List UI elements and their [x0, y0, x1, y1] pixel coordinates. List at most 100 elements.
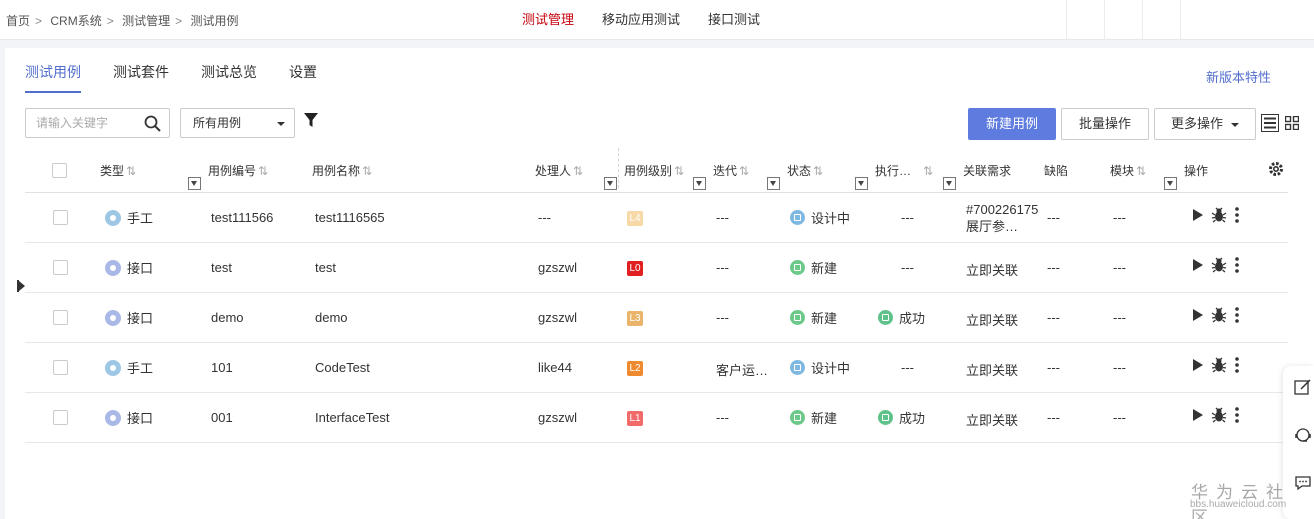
column-header-execution[interactable]: 执行… ⇅: [875, 162, 933, 179]
tab-settings[interactable]: 设置: [289, 62, 317, 93]
type-label: 接口: [127, 411, 154, 426]
case-id[interactable]: 101: [211, 360, 233, 375]
sort-icon[interactable]: ⇅: [739, 164, 749, 178]
gear-icon[interactable]: [1267, 160, 1285, 181]
requirement[interactable]: #700226175 展厅参…: [966, 201, 1052, 235]
column-header-level[interactable]: 用例级别 ⇅: [624, 162, 684, 179]
sort-icon[interactable]: ⇅: [126, 164, 136, 178]
table-row[interactable]: 接口 test test gzszwl L0 --- 新建 --- 立即关联 -…: [25, 243, 1288, 293]
filter-dropdown-level[interactable]: [693, 177, 706, 190]
more-icon[interactable]: [1235, 407, 1239, 423]
filter-dropdown-module[interactable]: [1164, 177, 1177, 190]
bug-icon[interactable]: [1211, 357, 1227, 373]
link-requirement[interactable]: 立即关联: [966, 310, 1018, 329]
defect: ---: [1047, 360, 1060, 375]
top-nav-test-management[interactable]: 测试管理: [508, 0, 588, 40]
filter-dropdown-type[interactable]: [188, 177, 201, 190]
sort-icon[interactable]: ⇅: [923, 164, 933, 178]
link-requirement[interactable]: 立即关联: [966, 360, 1018, 379]
table-row[interactable]: 接口 001 InterfaceTest gzszwl L1 --- 新建 成功…: [25, 393, 1288, 443]
type-label: 手工: [127, 361, 154, 376]
iteration: ---: [716, 310, 729, 325]
case-name[interactable]: InterfaceTest: [315, 410, 389, 425]
case-id[interactable]: test111566: [211, 210, 273, 225]
filter-dropdown-assignee[interactable]: [604, 177, 617, 190]
play-icon[interactable]: [1193, 209, 1203, 221]
customer-service-icon[interactable]: [1294, 426, 1312, 447]
case-id[interactable]: test: [211, 260, 232, 275]
case-name[interactable]: test: [315, 260, 336, 275]
sort-icon[interactable]: ⇅: [1136, 164, 1146, 178]
sort-icon[interactable]: ⇅: [258, 164, 268, 178]
sort-icon[interactable]: ⇅: [674, 164, 684, 178]
bug-icon[interactable]: [1211, 207, 1227, 223]
sort-icon[interactable]: ⇅: [362, 164, 372, 178]
case-id[interactable]: 001: [211, 410, 233, 425]
row-checkbox[interactable]: [53, 310, 68, 325]
column-header-iteration[interactable]: 迭代 ⇅: [713, 162, 749, 179]
breadcrumb-item-crm[interactable]: CRM系统: [50, 14, 101, 28]
column-header-type[interactable]: 类型 ⇅: [100, 162, 136, 179]
type-cell: 接口: [105, 408, 153, 427]
table-row[interactable]: 手工 test111566 test1116565 --- L4 --- 设计中…: [25, 193, 1288, 243]
row-checkbox[interactable]: [53, 360, 68, 375]
column-header-name[interactable]: 用例名称 ⇅: [312, 162, 372, 179]
breadcrumb-item-test-mgmt[interactable]: 测试管理: [122, 14, 170, 28]
breadcrumb-item-home[interactable]: 首页: [6, 14, 30, 28]
type-cell: 手工: [105, 208, 153, 227]
case-name[interactable]: demo: [315, 310, 348, 325]
more-icon[interactable]: [1235, 207, 1239, 223]
batch-operation-button[interactable]: 批量操作: [1061, 108, 1149, 140]
case-name[interactable]: test1116565: [315, 210, 385, 225]
filter-dropdown-execution[interactable]: [943, 177, 956, 190]
grid-view-icon[interactable]: [1284, 114, 1300, 135]
case-name[interactable]: CodeTest: [315, 360, 370, 375]
tab-test-cases[interactable]: 测试用例: [25, 62, 81, 93]
bug-icon[interactable]: [1211, 307, 1227, 323]
more-operations-button[interactable]: 更多操作: [1154, 108, 1256, 140]
bug-icon[interactable]: [1211, 407, 1227, 423]
case-filter-select[interactable]: 所有用例: [180, 108, 295, 138]
tab-test-suites[interactable]: 测试套件: [113, 62, 169, 93]
column-header-id[interactable]: 用例编号 ⇅: [208, 162, 268, 179]
more-icon[interactable]: [1235, 257, 1239, 273]
search-box: [25, 108, 170, 138]
top-nav-api-testing[interactable]: 接口测试: [694, 0, 774, 40]
play-icon[interactable]: [1193, 359, 1203, 371]
column-header-level-label: 用例级别: [624, 164, 673, 178]
play-icon[interactable]: [1193, 409, 1203, 421]
new-case-button[interactable]: 新建用例: [968, 108, 1056, 140]
more-icon[interactable]: [1235, 307, 1239, 323]
type-cell: 手工: [105, 358, 153, 377]
sort-icon[interactable]: ⇅: [573, 164, 583, 178]
column-header-status[interactable]: 状态 ⇅: [787, 162, 823, 179]
play-icon[interactable]: [1193, 259, 1203, 271]
filter-dropdown-status[interactable]: [855, 177, 868, 190]
bug-icon[interactable]: [1211, 257, 1227, 273]
search-icon[interactable]: [144, 115, 161, 135]
table-row[interactable]: 接口 demo demo gzszwl L3 --- 新建 成功 立即关联 --…: [25, 293, 1288, 343]
list-view-icon[interactable]: [1261, 114, 1279, 135]
row-checkbox[interactable]: [53, 410, 68, 425]
column-header-assignee[interactable]: 处理人 ⇅: [535, 162, 583, 179]
column-header-module[interactable]: 模块 ⇅: [1110, 162, 1146, 179]
filter-dropdown-iteration[interactable]: [767, 177, 780, 190]
play-icon[interactable]: [1193, 309, 1203, 321]
tab-test-overview[interactable]: 测试总览: [201, 62, 257, 93]
search-input[interactable]: [36, 110, 146, 136]
filter-icon[interactable]: [304, 113, 318, 131]
sort-icon[interactable]: ⇅: [813, 164, 823, 178]
top-nav-mobile-testing[interactable]: 移动应用测试: [588, 0, 694, 40]
edit-feedback-icon[interactable]: [1294, 378, 1312, 399]
more-icon[interactable]: [1235, 357, 1239, 373]
type-cell: 接口: [105, 308, 153, 327]
select-all-checkbox[interactable]: [52, 163, 67, 178]
new-features-link[interactable]: 新版本特性: [1206, 67, 1271, 86]
case-id[interactable]: demo: [211, 310, 244, 325]
row-checkbox[interactable]: [53, 210, 68, 225]
link-requirement[interactable]: 立即关联: [966, 410, 1018, 429]
table-row[interactable]: 手工 101 CodeTest like44 L2 客户运… 设计中 --- 立…: [25, 343, 1288, 393]
row-checkbox[interactable]: [53, 260, 68, 275]
link-requirement[interactable]: 立即关联: [966, 260, 1018, 279]
api-type-icon: [105, 309, 121, 326]
